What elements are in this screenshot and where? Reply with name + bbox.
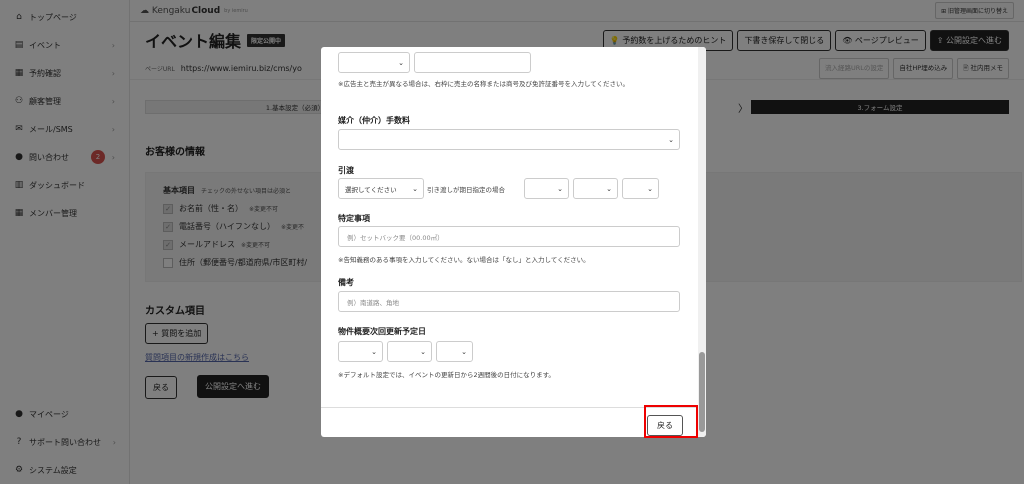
- modal-dialog: ⌄ ※広告主と売主が異なる場合は、右枠に売主の名称または商号及び免許証番号を入力…: [321, 47, 706, 437]
- chevron-down-icon: ⌄: [371, 347, 377, 356]
- handover-day-select[interactable]: ⌄: [622, 178, 659, 199]
- highlight-box: [644, 405, 698, 438]
- update-note: ※デフォルト設定では、イベントの更新日から2週間後の日付になります。: [338, 371, 555, 379]
- chevron-down-icon: ⌄: [412, 184, 418, 193]
- remarks-label: 備考: [338, 278, 354, 287]
- handover-year-select[interactable]: ⌄: [524, 178, 569, 199]
- chevron-down-icon: ⌄: [398, 58, 404, 67]
- advertiser-note: ※広告主と売主が異なる場合は、右枠に売主の名称または商号及び免許証番号を入力して…: [338, 80, 630, 88]
- update-month-select[interactable]: ⌄: [387, 341, 432, 362]
- chevron-down-icon: ⌄: [668, 135, 674, 144]
- next-update-label: 物件概要次回更新予定日: [338, 327, 426, 336]
- commission-select[interactable]: ⌄: [338, 129, 680, 150]
- chevron-down-icon: ⌄: [557, 184, 563, 193]
- modal-body: ⌄ ※広告主と売主が異なる場合は、右枠に売主の名称または商号及び免許証番号を入力…: [321, 47, 698, 407]
- handover-label: 引渡: [338, 166, 354, 175]
- commission-label: 媒介（仲介）手数料: [338, 116, 410, 125]
- modal-footer: 戻る: [321, 407, 698, 437]
- handover-select-value: 選択してください: [345, 185, 397, 194]
- chevron-down-icon: ⌄: [606, 184, 612, 193]
- special-matters-input[interactable]: 例）セットバック要（00.00㎡）: [338, 226, 680, 247]
- special-matters-note: ※告知義務のある事項を入力してください。ない場合は「なし」と入力してください。: [338, 256, 590, 264]
- update-day-select[interactable]: ⌄: [436, 341, 473, 362]
- handover-select[interactable]: 選択してください ⌄: [338, 178, 424, 199]
- chevron-down-icon: ⌄: [420, 347, 426, 356]
- seller-input[interactable]: [414, 52, 531, 73]
- handover-date-label: 引き渡しが期日指定の場合: [427, 186, 505, 194]
- special-matters-label: 特定事項: [338, 214, 370, 223]
- scrollbar-thumb[interactable]: [699, 352, 705, 432]
- modal-scrollbar[interactable]: [698, 47, 706, 437]
- remarks-input[interactable]: 例）南道路、角地: [338, 291, 680, 312]
- update-year-select[interactable]: ⌄: [338, 341, 383, 362]
- chevron-down-icon: ⌄: [461, 347, 467, 356]
- advertiser-select[interactable]: ⌄: [338, 52, 410, 73]
- chevron-down-icon: ⌄: [647, 184, 653, 193]
- handover-month-select[interactable]: ⌄: [573, 178, 618, 199]
